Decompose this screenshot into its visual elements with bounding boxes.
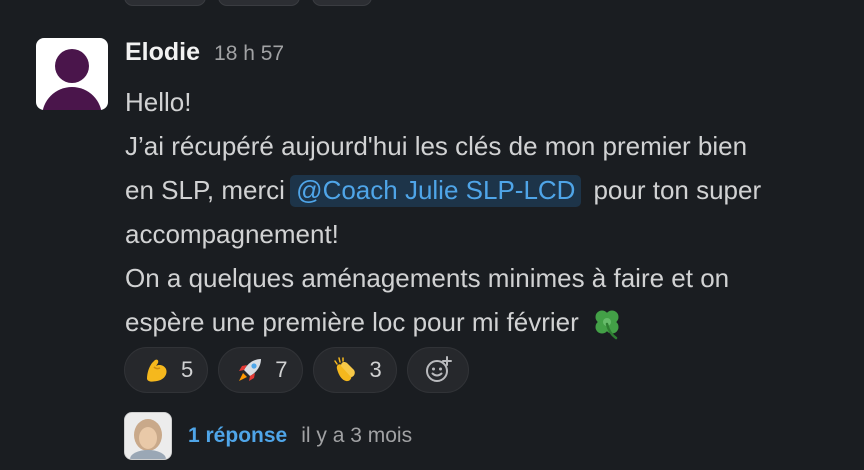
- replier-avatar-image: [125, 413, 171, 459]
- reaction-clapping-hands[interactable]: 3: [312, 347, 397, 393]
- add-reaction-button[interactable]: [406, 347, 469, 393]
- message-text: pour ton super: [593, 175, 762, 205]
- previous-reactions-row: [124, 0, 372, 6]
- message-line: Hello!: [125, 87, 192, 117]
- message-text: espère une première loc pour mi février: [125, 307, 579, 337]
- reaction-flexed-biceps[interactable]: 5: [124, 347, 209, 393]
- last-reply-time: il y a 3 mois: [301, 424, 413, 447]
- message-line: On a quelques aménagements minimes à fai…: [125, 263, 730, 293]
- reaction-count: 3: [369, 357, 382, 382]
- message-line: accompagnement!: [125, 219, 339, 249]
- avatar-body-shape: [42, 87, 102, 110]
- reaction-count: 5: [181, 357, 194, 382]
- message-text: en SLP, merci: [125, 175, 285, 205]
- message-timestamp[interactable]: 18 h 57: [214, 42, 284, 66]
- avatar-head-shape: [55, 49, 89, 83]
- author-name[interactable]: Elodie: [125, 38, 200, 67]
- previous-reaction-pill[interactable]: [218, 0, 300, 6]
- user-mention[interactable]: @Coach Julie SLP-LCD: [290, 175, 582, 207]
- flexed-biceps-icon: [147, 359, 167, 382]
- message-line: en SLP, merci @Coach Julie SLP-LCD pour t…: [125, 168, 835, 212]
- four-leaf-clover-icon: [595, 310, 619, 340]
- message-line: espère une première loc pour mi février: [125, 300, 835, 344]
- message-header: Elodie 18 h 57: [125, 38, 835, 74]
- rocket-icon: [239, 359, 262, 381]
- author-avatar[interactable]: [36, 38, 108, 110]
- message: Elodie 18 h 57 Hello! J’ai récupéré aujo…: [125, 38, 835, 344]
- clapping-hands-icon: [333, 357, 355, 382]
- reply-count-link[interactable]: 1 réponse: [188, 424, 287, 448]
- message-line: J’ai récupéré aujourd'hui les clés de mo…: [125, 131, 748, 161]
- previous-reaction-pill[interactable]: [124, 0, 206, 6]
- replier-avatar: [124, 412, 172, 460]
- reaction-rocket[interactable]: 7: [218, 347, 303, 393]
- reactions-row: 5 7 3: [124, 347, 469, 393]
- thread-summary[interactable]: 1 réponse il y a 3 mois: [124, 412, 412, 460]
- reaction-count: 7: [275, 357, 288, 382]
- previous-reaction-pill[interactable]: [312, 0, 372, 6]
- message-body: Hello! J’ai récupéré aujourd'hui les clé…: [125, 80, 835, 344]
- add-emoji-icon: [425, 356, 452, 382]
